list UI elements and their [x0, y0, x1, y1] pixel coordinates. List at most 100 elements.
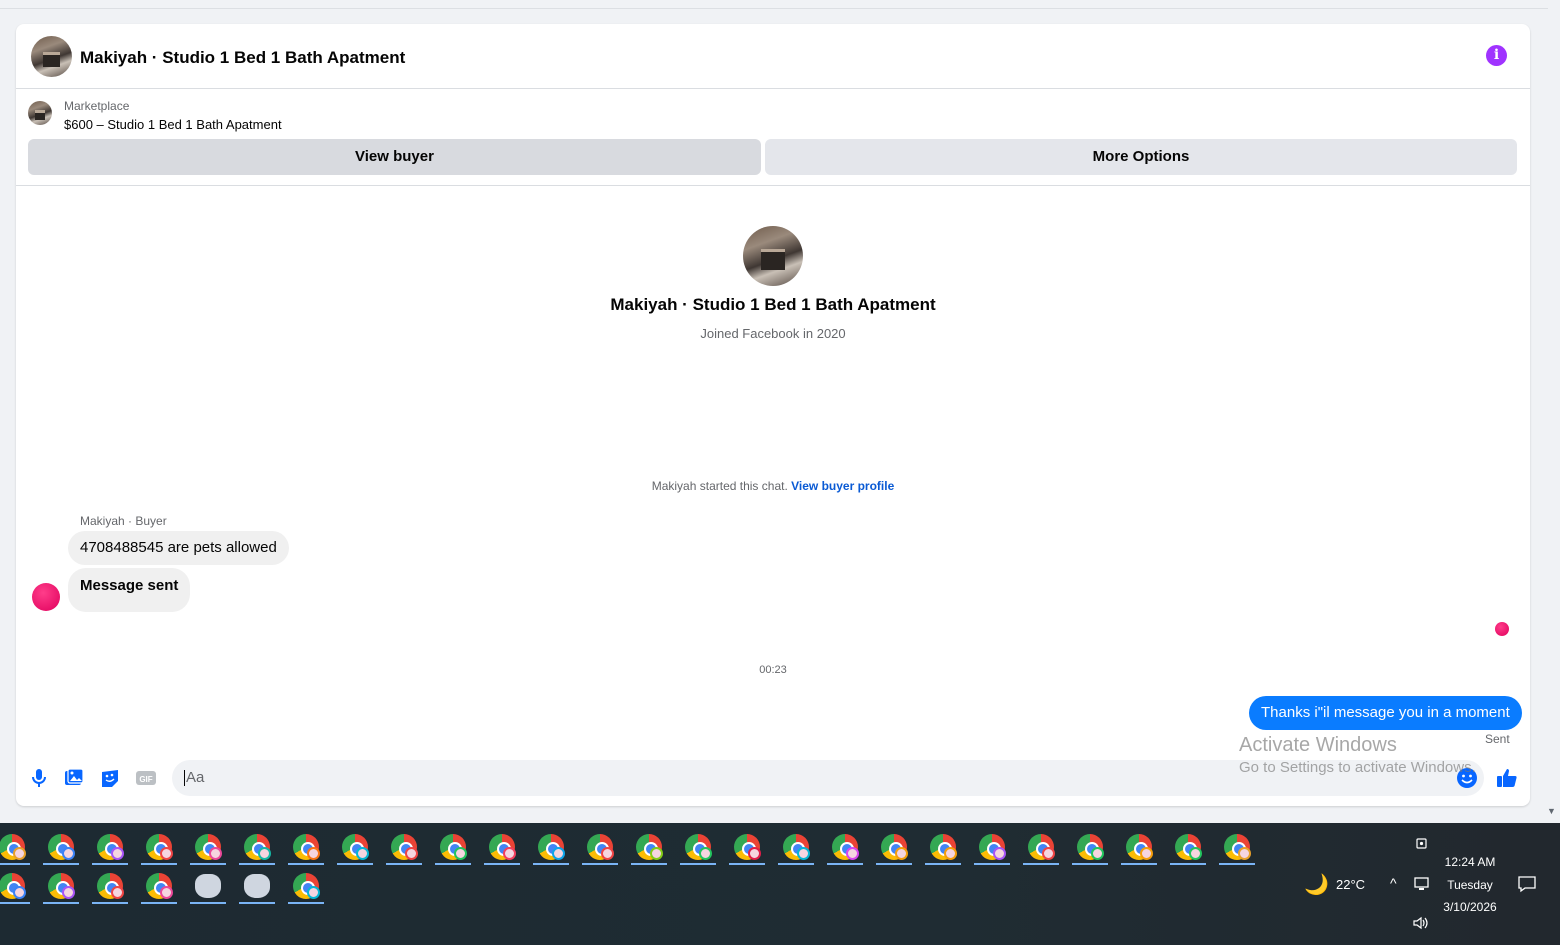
- taskbar-app-icon[interactable]: [235, 827, 279, 865]
- sticker-icon[interactable]: [99, 767, 121, 789]
- running-indicator: [484, 863, 520, 865]
- taskbar-app-icon[interactable]: [186, 827, 230, 865]
- running-indicator: [631, 863, 667, 865]
- moon-icon[interactable]: 🌙: [1304, 872, 1329, 897]
- emoji-icon[interactable]: [1456, 767, 1478, 789]
- meet-now-icon[interactable]: [1414, 835, 1430, 851]
- scroll-down-arrow[interactable]: ▼: [1547, 806, 1556, 816]
- text-caret: [184, 770, 185, 787]
- profile-badge-icon: [503, 847, 516, 860]
- taskbar-app-icon[interactable]: [1068, 827, 1112, 865]
- view-buyer-profile-link[interactable]: View buyer profile: [791, 479, 894, 493]
- running-indicator: [778, 863, 814, 865]
- running-indicator: [239, 902, 275, 904]
- clock-time[interactable]: 12:24 AM: [1430, 855, 1510, 869]
- profile-badge-icon: [1091, 847, 1104, 860]
- taskbar-app-icon[interactable]: [823, 827, 867, 865]
- taskbar-app-icon[interactable]: [1019, 827, 1063, 865]
- running-indicator: [1072, 863, 1108, 865]
- sender-avatar[interactable]: [32, 583, 60, 611]
- taskbar-app-icon[interactable]: [0, 827, 34, 865]
- running-indicator: [239, 863, 275, 865]
- listing-thumbnail[interactable]: [28, 101, 52, 125]
- taskbar-app-icon[interactable]: [186, 866, 230, 904]
- taskbar-app-icon[interactable]: [88, 827, 132, 865]
- temperature[interactable]: 22°C: [1336, 877, 1365, 892]
- taskbar-app-icon[interactable]: [578, 827, 622, 865]
- taskbar-app-icon[interactable]: [88, 866, 132, 904]
- message-input[interactable]: Aa: [172, 760, 1484, 796]
- volume-icon[interactable]: [1412, 915, 1430, 931]
- chat-panel: Makiyah · Studio 1 Bed 1 Bath Apatment i…: [16, 24, 1530, 806]
- taskbar-app-icon[interactable]: [921, 827, 965, 865]
- taskbar-app-icon[interactable]: [137, 827, 181, 865]
- info-icon[interactable]: i: [1486, 45, 1507, 66]
- taskbar-app-icon[interactable]: [774, 827, 818, 865]
- taskbar-app-icon[interactable]: [1117, 827, 1161, 865]
- taskbar-app-icon[interactable]: [235, 866, 279, 904]
- taskbar-app-icon[interactable]: [333, 827, 377, 865]
- photo-icon[interactable]: [63, 767, 85, 789]
- taskbar-app-icon[interactable]: [1166, 827, 1210, 865]
- taskbar-app-icon[interactable]: [725, 827, 769, 865]
- taskbar-app-icon[interactable]: [970, 827, 1014, 865]
- chat-header: Makiyah · Studio 1 Bed 1 Bath Apatment i: [16, 24, 1530, 89]
- taskbar-app-icon[interactable]: [284, 827, 328, 865]
- taskbar-app-icon[interactable]: [137, 866, 181, 904]
- profile-badge-icon: [62, 847, 75, 860]
- top-edge: [0, 0, 1548, 9]
- contact-avatar[interactable]: [31, 36, 72, 77]
- profile-badge-icon: [1238, 847, 1251, 860]
- profile-badge-icon: [1140, 847, 1153, 860]
- profile-badge-icon: [895, 847, 908, 860]
- running-indicator: [43, 902, 79, 904]
- app-icon: [244, 874, 270, 898]
- taskbar-app-icon[interactable]: [627, 827, 671, 865]
- running-indicator: [0, 902, 30, 904]
- app-icon: [195, 874, 221, 898]
- clock-date[interactable]: 3/10/2026: [1430, 900, 1510, 914]
- clock-day[interactable]: Tuesday: [1430, 878, 1510, 892]
- notifications-icon[interactable]: [1517, 875, 1537, 893]
- running-indicator: [1219, 863, 1255, 865]
- running-indicator: [92, 902, 128, 904]
- taskbar-app-icon[interactable]: [1215, 827, 1259, 865]
- profile-badge-icon: [601, 847, 614, 860]
- network-icon[interactable]: [1413, 876, 1431, 892]
- profile-badge-icon: [258, 847, 271, 860]
- gif-icon[interactable]: GIF: [135, 767, 157, 789]
- more-options-button[interactable]: More Options: [765, 139, 1517, 175]
- taskbar-app-icon[interactable]: [529, 827, 573, 865]
- taskbar-app-icon[interactable]: [39, 866, 83, 904]
- running-indicator: [729, 863, 765, 865]
- profile-badge-icon: [1189, 847, 1202, 860]
- taskbar-app-icon[interactable]: [382, 827, 426, 865]
- microphone-icon[interactable]: [28, 767, 50, 789]
- outgoing-message[interactable]: Thanks i"il message you in a moment: [1249, 696, 1522, 730]
- profile-badge-icon: [111, 847, 124, 860]
- taskbar-app-icon[interactable]: [676, 827, 720, 865]
- profile-badge-icon: [307, 886, 320, 899]
- taskbar-app-icon[interactable]: [284, 866, 328, 904]
- chat-title[interactable]: Makiyah · Studio 1 Bed 1 Bath Apatment: [80, 48, 405, 68]
- marketplace-label: Marketplace: [64, 99, 130, 113]
- view-buyer-button[interactable]: View buyer: [28, 139, 761, 175]
- taskbar-app-icon[interactable]: [39, 827, 83, 865]
- incoming-message[interactable]: Message sent: [68, 568, 191, 612]
- taskbar-app-icon[interactable]: [0, 866, 34, 904]
- taskbar-app-icon[interactable]: [872, 827, 916, 865]
- profile-badge-icon: [405, 847, 418, 860]
- taskbar-app-icon[interactable]: [431, 827, 475, 865]
- profile-badge-icon: [552, 847, 565, 860]
- profile-badge-icon: [944, 847, 957, 860]
- chevron-up-icon[interactable]: ^: [1390, 875, 1397, 891]
- incoming-message[interactable]: 4708488545 are pets allowed: [68, 531, 289, 565]
- taskbar-app-icon[interactable]: [480, 827, 524, 865]
- listing-title[interactable]: $600 – Studio 1 Bed 1 Bath Apatment: [64, 117, 282, 132]
- profile-avatar[interactable]: [743, 226, 803, 286]
- profile-badge-icon: [111, 886, 124, 899]
- thumbs-up-icon[interactable]: [1496, 767, 1518, 789]
- profile-badge-icon: [160, 886, 173, 899]
- running-indicator: [190, 902, 226, 904]
- svg-text:GIF: GIF: [139, 775, 152, 784]
